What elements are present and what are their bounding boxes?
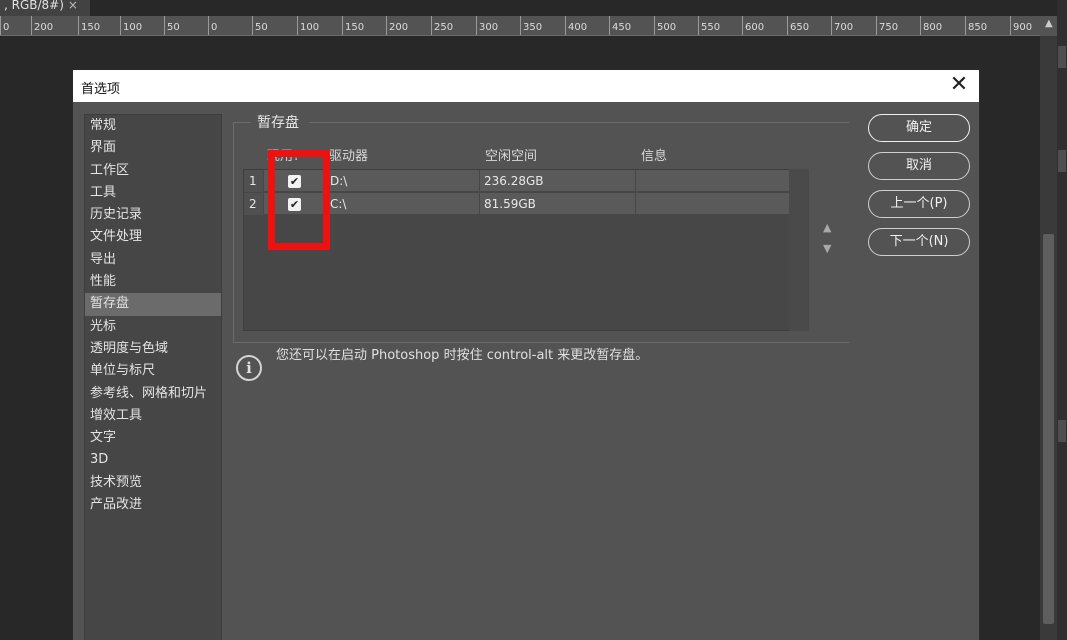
nav-item[interactable]: 参考线、网格和切片 (85, 383, 221, 405)
ruler-tick: 0 (208, 16, 217, 35)
nav-item[interactable]: 文字 (85, 427, 221, 449)
ruler-tick: 450 (609, 16, 631, 35)
column-header-free-space[interactable]: 空闲空间 (485, 145, 537, 164)
drive-cell: C:\ (326, 193, 480, 215)
ruler-tick: 50 (252, 16, 268, 35)
ruler-tick: 600 (742, 16, 764, 35)
drive-cell: D:\ (326, 170, 480, 192)
column-header-info[interactable]: 信息 (641, 145, 667, 164)
canvas-vertical-scrollbar[interactable] (1040, 36, 1057, 640)
row-index: 2 (244, 193, 264, 215)
dialog-titlebar: 首选项 ✕ (73, 70, 979, 102)
ruler-tick: 900 (1010, 16, 1032, 35)
horizontal-ruler: 0 200 150 100 50 0 50 100 150 200 250 300 350 400 450 5… (0, 16, 1040, 36)
ruler-tick: 350 (520, 16, 542, 35)
ok-button[interactable]: 确定 (868, 114, 970, 142)
nav-item[interactable]: 3D (85, 449, 221, 471)
ruler-tick: 200 (386, 16, 408, 35)
nav-item[interactable]: 界面 (85, 137, 221, 159)
ruler-tick: 550 (698, 16, 720, 35)
ruler-tick: 150 (342, 16, 364, 35)
nav-item[interactable]: 透明度与色域 (85, 338, 221, 360)
ruler-tick: 800 (920, 16, 942, 35)
nav-item[interactable]: 增效工具 (85, 405, 221, 427)
ruler-tick: 850 (965, 16, 987, 35)
ruler-tick: 650 (787, 16, 809, 35)
group-border (233, 342, 849, 343)
dialog-title: 首选项 (81, 82, 121, 97)
move-up-icon[interactable]: ▲ (823, 221, 831, 234)
ruler-tick: 50 (164, 16, 180, 35)
nav-item[interactable]: 历史记录 (85, 204, 221, 226)
cancel-button[interactable]: 取消 (868, 152, 970, 180)
ruler-tick: 100 (120, 16, 142, 35)
info-icon: i (236, 355, 262, 381)
nav-item[interactable]: 性能 (85, 271, 221, 293)
panel-tab[interactable] (1058, 46, 1066, 68)
nav-item[interactable]: 工作区 (85, 160, 221, 182)
nav-item[interactable]: 导出 (85, 249, 221, 271)
ruler-tick: 500 (654, 16, 676, 35)
ruler-tick: 700 (831, 16, 853, 35)
free-space-cell: 81.59GB (480, 193, 636, 215)
group-title: 暂存盘 (257, 115, 299, 131)
right-panel-strip (1057, 0, 1067, 640)
document-tab[interactable]: , RGB/8#) × (0, 0, 90, 16)
nav-item[interactable]: 光标 (85, 316, 221, 338)
table-scrollbar[interactable] (789, 169, 809, 331)
nav-item[interactable]: 常规 (85, 115, 221, 137)
ruler-tick: 750 (876, 16, 898, 35)
panel-tab[interactable] (1058, 150, 1066, 172)
ruler-tick: 250 (431, 16, 453, 35)
ruler-tick: 400 (565, 16, 587, 35)
row-index: 1 (244, 170, 264, 192)
nav-item[interactable]: 文件处理 (85, 226, 221, 248)
close-icon[interactable]: × (68, 0, 78, 12)
next-button[interactable]: 下一个(N) (868, 228, 970, 256)
group-border (233, 122, 251, 123)
info-cell (636, 193, 790, 215)
nav-item[interactable]: 产品改进 (85, 494, 221, 516)
nav-item[interactable]: 工具 (85, 182, 221, 204)
ruler-tick: 150 (78, 16, 100, 35)
nav-item[interactable]: 技术预览 (85, 472, 221, 494)
document-tab-label: , RGB/8#) (4, 0, 64, 12)
nav-item[interactable]: 暂存盘 (85, 293, 221, 316)
ruler-tick: 0 (0, 16, 9, 35)
group-border (233, 122, 234, 342)
column-header-drive[interactable]: 驱动器 (329, 145, 368, 164)
group-border (309, 122, 849, 123)
info-cell (636, 170, 790, 192)
move-down-icon[interactable]: ▼ (823, 242, 831, 255)
ruler-tick: 200 (31, 16, 53, 35)
annotation-highlight-box (268, 150, 330, 250)
close-icon[interactable]: ✕ (947, 73, 971, 97)
ruler-tick: 100 (297, 16, 319, 35)
scrollbar-thumb[interactable] (1043, 234, 1054, 624)
prev-button[interactable]: 上一个(P) (868, 190, 970, 218)
preferences-nav: 常规 界面 工作区 工具 历史记录 文件处理 导出 性能 暂存盘 光标 透明度与色域 单位与标尺 参考线… (84, 114, 222, 640)
ruler-tick: 300 (476, 16, 498, 35)
free-space-cell: 236.28GB (480, 170, 636, 192)
info-text: 您还可以在启动 Photoshop 时按住 control-alt 来更改暂存盘… (276, 348, 649, 363)
scroll-up-icon[interactable]: ▲ (1045, 18, 1053, 29)
nav-item[interactable]: 单位与标尺 (85, 360, 221, 382)
panel-tab[interactable] (1058, 420, 1066, 442)
preferences-dialog: 首选项 ✕ 常规 界面 工作区 工具 历史记录 文件处理 导出 性能 暂存盘 光标 透明度与色域 单位… (72, 69, 980, 640)
